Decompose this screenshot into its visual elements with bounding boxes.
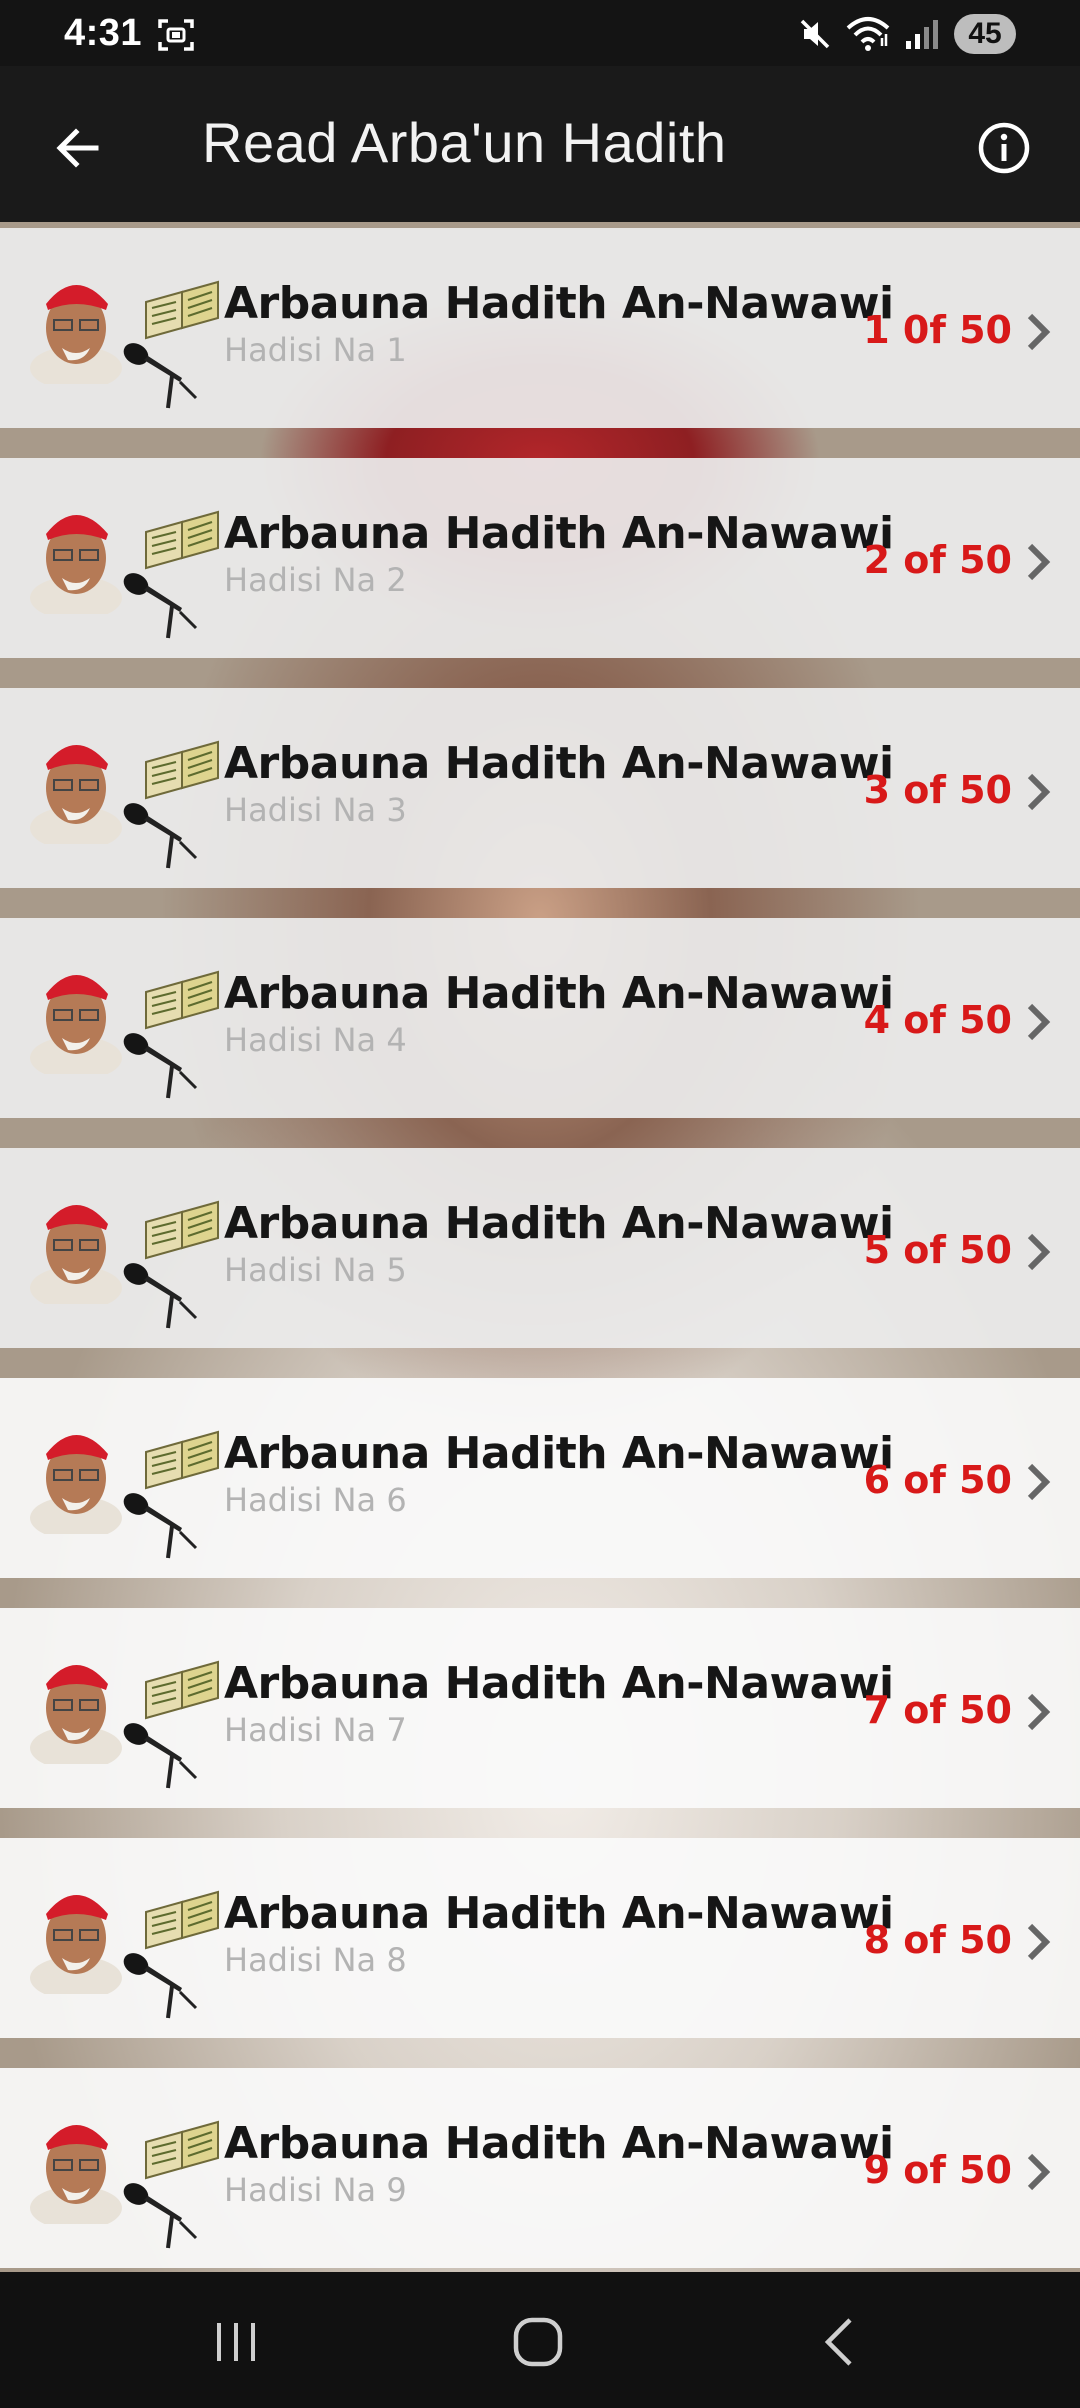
item-counter: 6 of 50 (863, 1458, 1012, 1502)
list-item[interactable]: Arbauna Hadith An-Nawawi Hadisi Na 4 4 o… (0, 918, 1080, 1118)
sheikh-avatar-icon (30, 285, 122, 384)
item-counter: 8 of 50 (863, 1918, 1012, 1962)
item-subtitle: Hadisi Na 7 (224, 1711, 407, 1749)
back-button[interactable] (42, 112, 114, 184)
item-counter: 9 of 50 (863, 2148, 1012, 2192)
microphone-icon (123, 1953, 198, 2019)
chevron-right-icon (1027, 1923, 1051, 1961)
sheikh-avatar-icon (30, 515, 122, 614)
arrow-left-icon (56, 128, 99, 168)
item-subtitle: Hadisi Na 5 (224, 1251, 407, 1289)
item-title: Arbauna Hadith An-Nawawi (224, 2118, 894, 2169)
list-item[interactable]: Arbauna Hadith An-Nawawi Hadisi Na 7 7 o… (0, 1608, 1080, 1808)
recents-icon (217, 2323, 255, 2361)
sheikh-avatar-icon (30, 1895, 122, 1994)
hadith-list[interactable]: Arbauna Hadith An-Nawawi Hadisi Na 1 1 0… (0, 222, 1080, 2272)
chevron-right-icon (1027, 313, 1051, 351)
recents-button[interactable] (196, 2306, 276, 2378)
microphone-icon (123, 803, 198, 869)
sheikh-avatar-icon (30, 975, 122, 1074)
item-subtitle: Hadisi Na 8 (224, 1941, 407, 1979)
page-title: Read Arba'un Hadith (202, 111, 727, 174)
system-back-button[interactable] (800, 2306, 880, 2378)
item-counter: 1 0f 50 (863, 308, 1012, 352)
wifi-icon (846, 17, 890, 51)
item-title: Arbauna Hadith An-Nawawi (224, 1428, 894, 1479)
sheikh-avatar-icon (30, 1435, 122, 1534)
item-counter: 7 of 50 (863, 1688, 1012, 1732)
item-title: Arbauna Hadith An-Nawawi (224, 1198, 894, 1249)
quran-book-icon (145, 280, 219, 340)
chevron-right-icon (1027, 543, 1051, 581)
item-counter: 3 of 50 (863, 768, 1012, 812)
chevron-right-icon (1027, 773, 1051, 811)
sheikh-avatar-icon (30, 1205, 122, 1304)
list-item[interactable]: Arbauna Hadith An-Nawawi Hadisi Na 5 5 o… (0, 1148, 1080, 1348)
chevron-right-icon (1027, 1693, 1051, 1731)
home-icon (513, 2317, 563, 2367)
microphone-icon (123, 343, 198, 409)
microphone-icon (123, 1033, 198, 1099)
microphone-icon (123, 1723, 198, 1789)
item-subtitle: Hadisi Na 3 (224, 791, 407, 829)
microphone-icon (123, 1493, 198, 1559)
item-counter: 5 of 50 (863, 1228, 1012, 1272)
sheikh-avatar-icon (30, 1665, 122, 1764)
item-counter: 4 of 50 (863, 998, 1012, 1042)
item-title: Arbauna Hadith An-Nawawi (224, 508, 894, 559)
item-subtitle: Hadisi Na 2 (224, 561, 407, 599)
back-icon (824, 2318, 852, 2366)
list-item[interactable]: Arbauna Hadith An-Nawawi Hadisi Na 9 9 o… (0, 2068, 1080, 2268)
quran-book-icon (145, 970, 219, 1030)
item-counter: 2 of 50 (863, 538, 1012, 582)
quran-book-icon (145, 510, 219, 570)
microphone-icon (123, 1263, 198, 1329)
item-title: Arbauna Hadith An-Nawawi (224, 738, 894, 789)
microphone-icon (123, 2183, 198, 2249)
status-time: 4:31 (64, 12, 143, 54)
quran-book-icon (145, 1200, 219, 1260)
item-title: Arbauna Hadith An-Nawawi (224, 278, 894, 329)
item-title: Arbauna Hadith An-Nawawi (224, 1888, 894, 1939)
item-subtitle: Hadisi Na 4 (224, 1021, 407, 1059)
item-subtitle: Hadisi Na 1 (224, 331, 407, 369)
chevron-right-icon (1027, 1463, 1051, 1501)
sheikh-avatar-icon (30, 745, 122, 844)
app-bar: Read Arba'un Hadith (0, 66, 1080, 222)
status-bar: 4:31 45 (0, 0, 1080, 66)
chevron-right-icon (1027, 1233, 1051, 1271)
microphone-icon (123, 573, 198, 639)
list-item[interactable]: Arbauna Hadith An-Nawawi Hadisi Na 6 6 o… (0, 1378, 1080, 1578)
sheikh-avatar-icon (30, 2125, 122, 2224)
item-title: Arbauna Hadith An-Nawawi (224, 968, 894, 1019)
item-title: Arbauna Hadith An-Nawawi (224, 1658, 894, 1709)
list-item[interactable]: Arbauna Hadith An-Nawawi Hadisi Na 3 3 o… (0, 688, 1080, 888)
quran-book-icon (145, 1430, 219, 1490)
home-button[interactable] (498, 2306, 578, 2378)
battery-indicator: 45 (954, 14, 1016, 54)
system-nav-bar (0, 2272, 1080, 2408)
item-subtitle: Hadisi Na 6 (224, 1481, 407, 1519)
list-item[interactable]: Arbauna Hadith An-Nawawi Hadisi Na 2 2 o… (0, 458, 1080, 658)
quran-book-icon (145, 1890, 219, 1950)
status-icons: 45 (798, 12, 1016, 56)
quran-book-icon (145, 1660, 219, 1720)
list-item[interactable]: Arbauna Hadith An-Nawawi Hadisi Na 8 8 o… (0, 1838, 1080, 2038)
info-icon (978, 122, 1030, 174)
quran-book-icon (145, 740, 219, 800)
chevron-right-icon (1027, 1003, 1051, 1041)
screenshot-icon (158, 19, 194, 51)
chevron-right-icon (1027, 2153, 1051, 2191)
mute-icon (800, 19, 830, 49)
signal-icon (906, 20, 938, 49)
item-subtitle: Hadisi Na 9 (224, 2171, 407, 2209)
info-button[interactable] (966, 110, 1042, 186)
list-item[interactable]: Arbauna Hadith An-Nawawi Hadisi Na 1 1 0… (0, 228, 1080, 428)
quran-book-icon (145, 2120, 219, 2180)
